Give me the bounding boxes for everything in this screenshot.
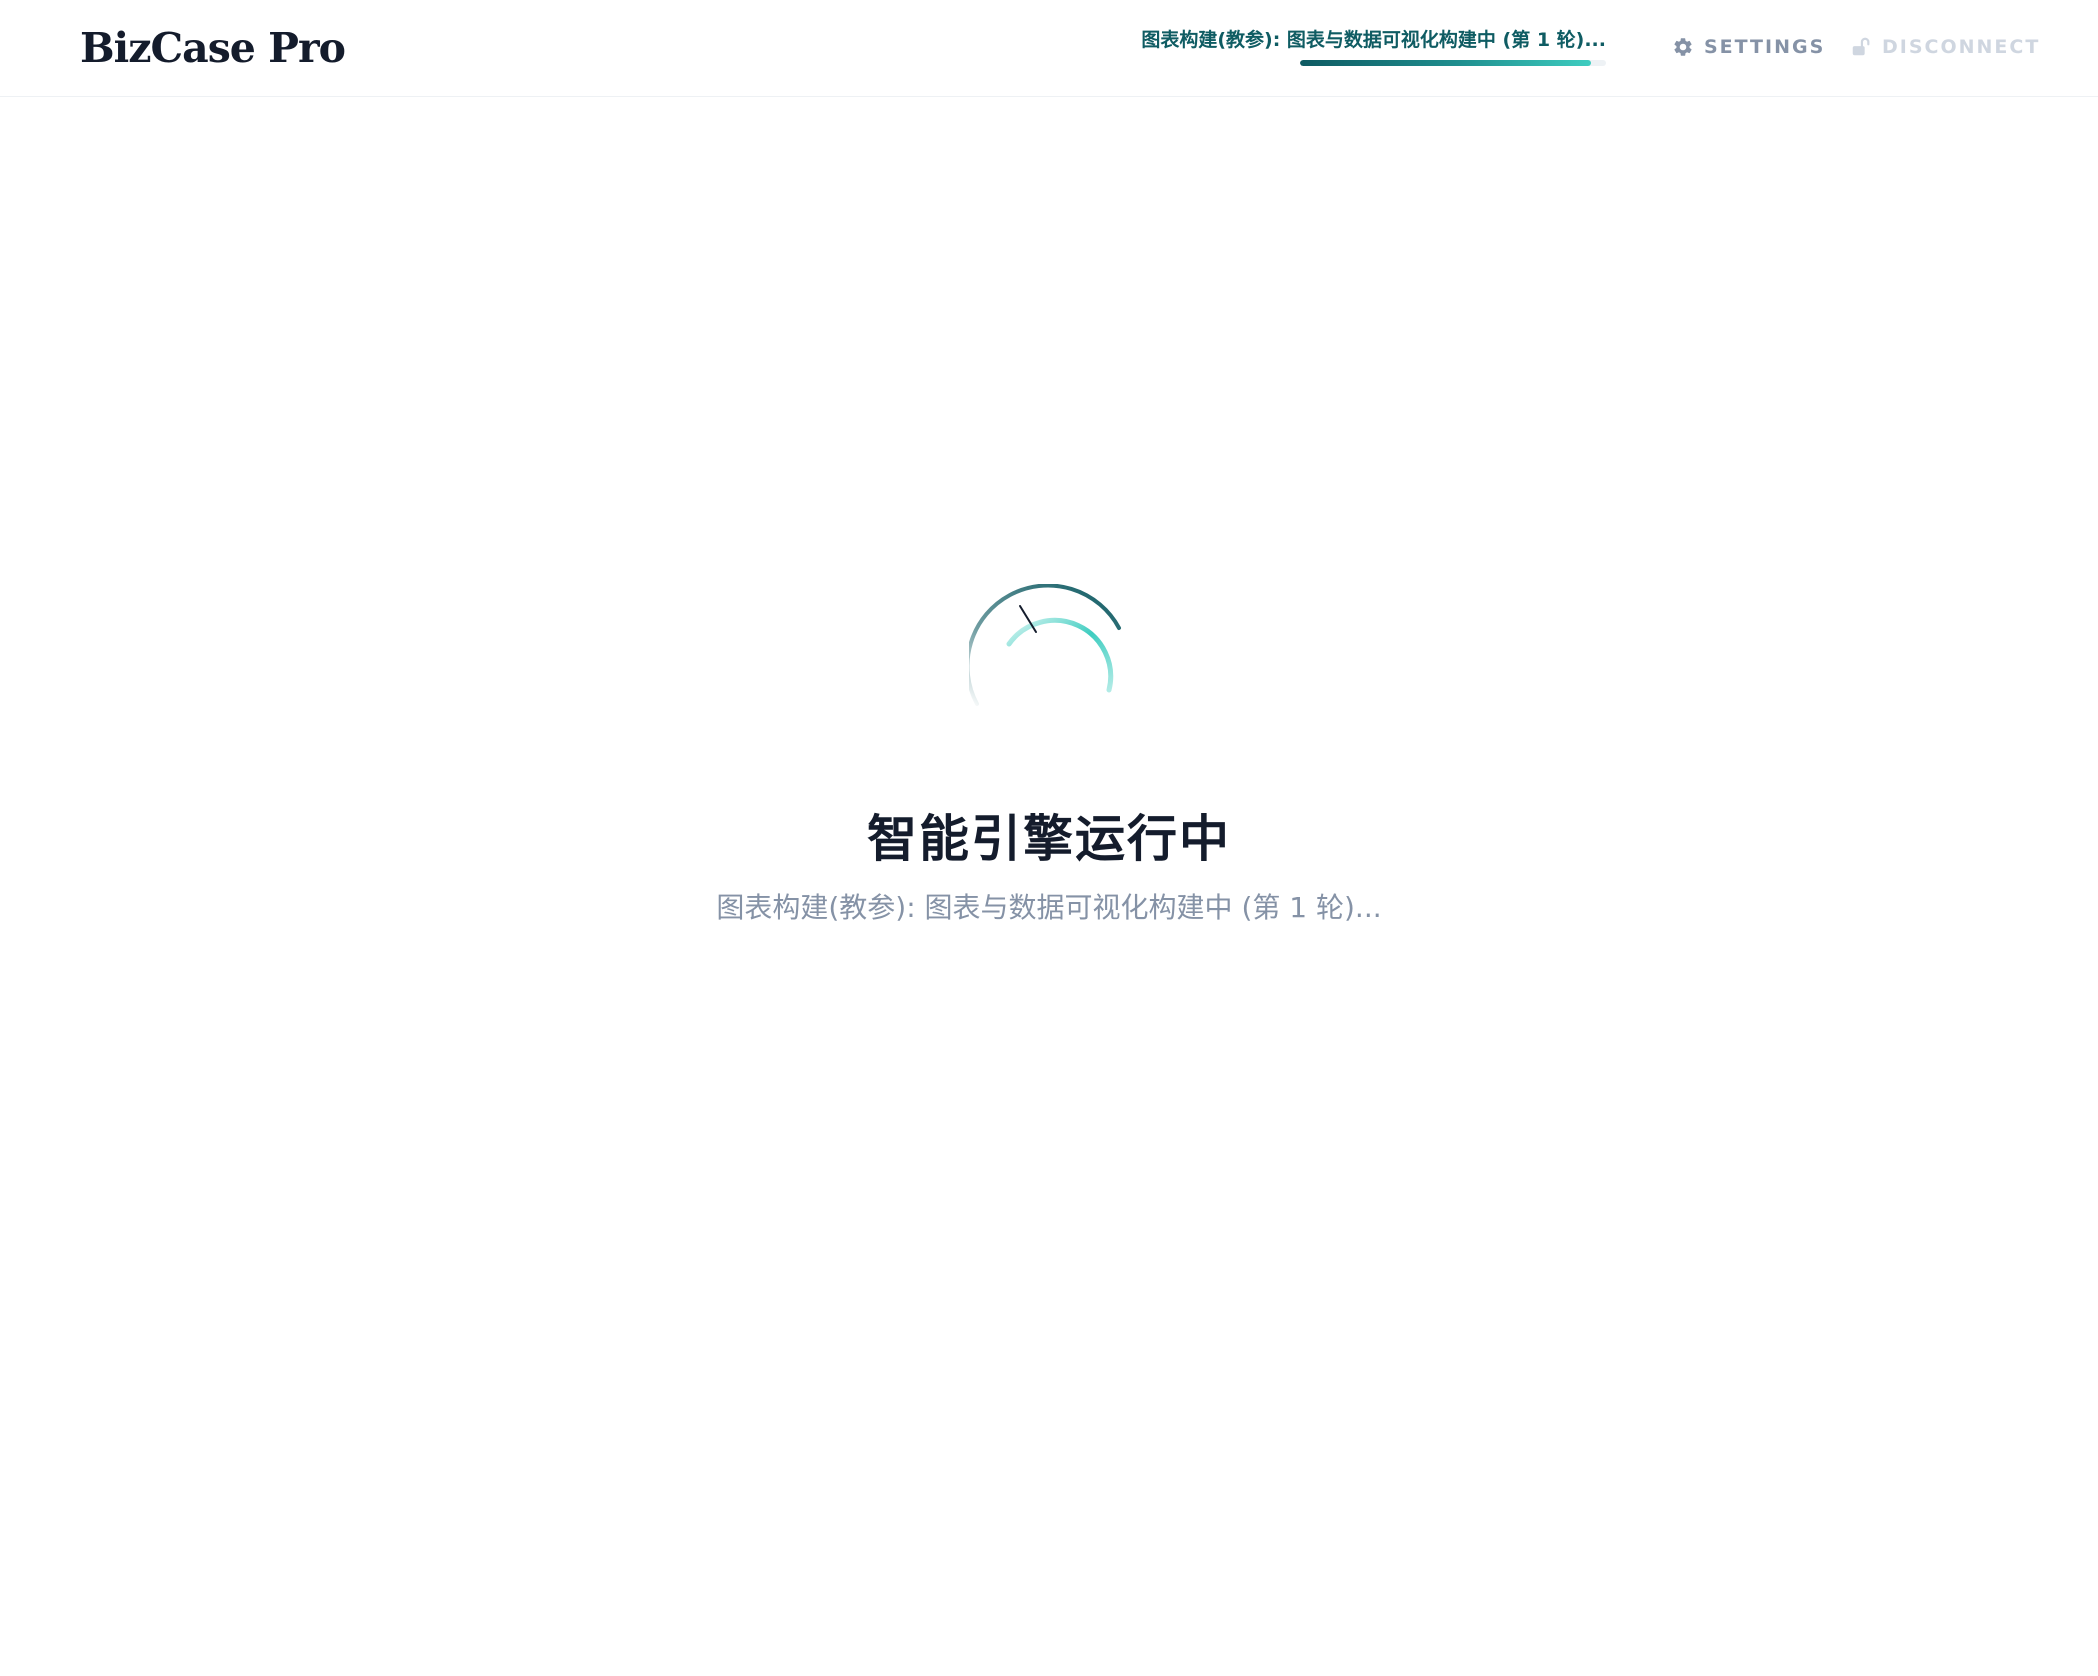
unlock-icon xyxy=(1850,36,1872,58)
loading-spinner xyxy=(965,583,1135,750)
spinner-inner-arc xyxy=(1006,617,1114,693)
brand-logo[interactable]: BizCase Pro xyxy=(80,20,346,76)
progress-status-text: 图表构建(教参): 图表与数据可视化构建中 (第 1 轮)... xyxy=(1141,29,1606,51)
settings-button[interactable]: SETTINGS xyxy=(1672,32,1825,62)
gear-icon xyxy=(1672,36,1694,58)
disconnect-button[interactable]: DISCONNECT xyxy=(1850,32,2040,62)
top-header: BizCase Pro 图表构建(教参): 图表与数据可视化构建中 (第 1 轮… xyxy=(0,0,2098,97)
progress-bar-fill xyxy=(1300,60,1591,66)
progress-bar xyxy=(1300,60,1606,66)
task-progress: 图表构建(教参): 图表与数据可视化构建中 (第 1 轮)... xyxy=(1100,26,1606,70)
engine-status-title: 智能引擎运行中 xyxy=(867,809,1231,868)
engine-status-detail: 图表构建(教参): 图表与数据可视化构建中 (第 1 轮)... xyxy=(716,891,1382,924)
disconnect-label: DISCONNECT xyxy=(1882,36,2041,58)
spinner-outer-arc xyxy=(965,583,1121,706)
settings-label: SETTINGS xyxy=(1704,36,1826,58)
app-page: BizCase Pro 图表构建(教参): 图表与数据可视化构建中 (第 1 轮… xyxy=(0,0,2098,1676)
